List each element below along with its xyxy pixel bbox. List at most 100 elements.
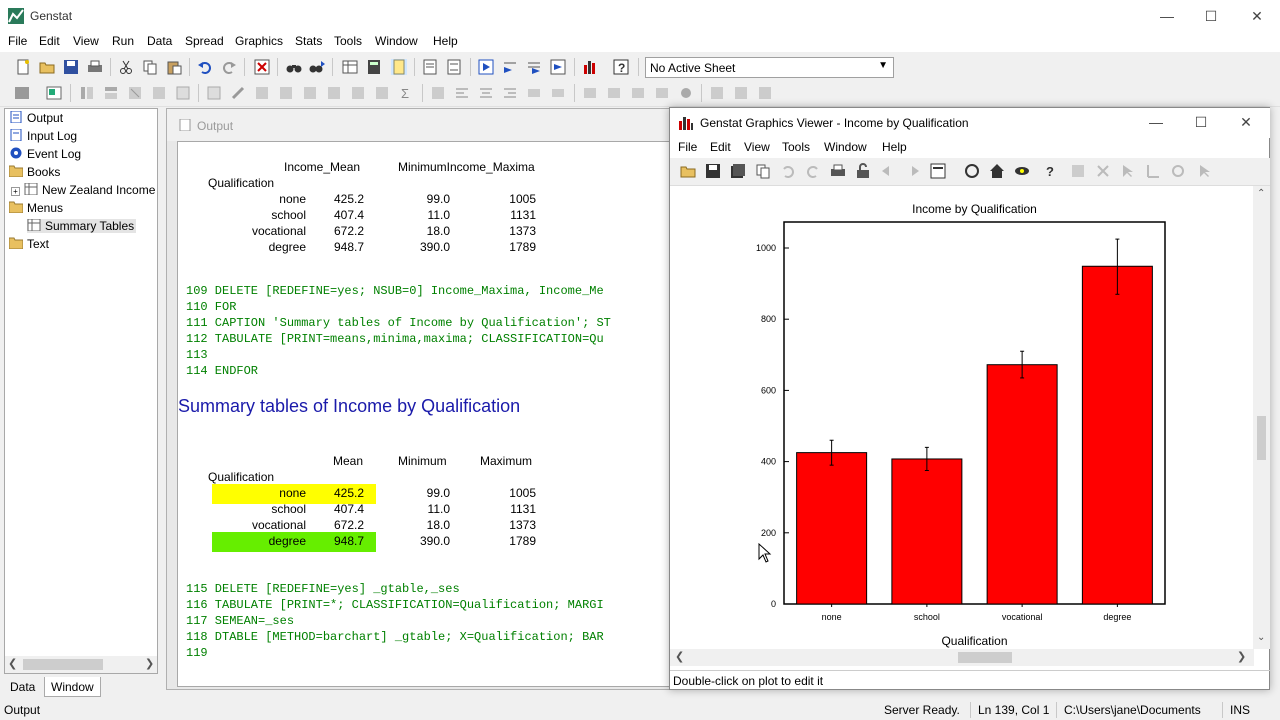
sort-ascending-icon[interactable] [374, 85, 390, 101]
active-sheet-select[interactable]: No Active Sheet ▼ [645, 57, 894, 78]
menu-run[interactable]: Run [112, 34, 134, 48]
sort-icon[interactable] [254, 85, 270, 101]
edit-points-icon[interactable] [1170, 163, 1186, 179]
bar-degree[interactable] [1081, 265, 1153, 605]
scroll-down-icon[interactable]: ⌄ [1257, 632, 1265, 643]
bar-school[interactable] [891, 458, 963, 605]
clear-icon[interactable] [254, 59, 270, 75]
export-icon[interactable] [46, 85, 62, 101]
delete-row-icon[interactable] [151, 85, 167, 101]
scroll-thumb[interactable] [958, 652, 1012, 663]
viewer-close-button[interactable]: ✕ [1223, 108, 1269, 138]
close-button[interactable]: ✕ [1234, 0, 1280, 32]
tree-item-event-log[interactable]: Event Log [9, 147, 81, 161]
scroll-left-icon[interactable]: ❮ [8, 657, 17, 670]
menu-data[interactable]: Data [147, 34, 172, 48]
view-icon[interactable] [1014, 163, 1030, 179]
menu-graphics[interactable]: Graphics [235, 34, 283, 48]
redo-icon[interactable] [805, 163, 821, 179]
tab-window[interactable]: Window [44, 677, 101, 697]
save-icon[interactable] [63, 59, 79, 75]
window-icon[interactable] [709, 85, 725, 101]
menu-stats[interactable]: Stats [295, 34, 322, 48]
viewer-menu-window[interactable]: Window [824, 140, 867, 154]
tree-item-summary-tables[interactable]: Summary Tables [27, 219, 137, 233]
settings-icon[interactable] [678, 85, 694, 101]
tree-item-output[interactable]: Output [9, 111, 63, 125]
sum-icon[interactable]: Σ [398, 85, 414, 101]
sort-rows-icon[interactable] [278, 85, 294, 101]
run-line-icon[interactable] [502, 59, 518, 75]
viewer-minimize-button[interactable]: — [1133, 108, 1179, 138]
menu-spread[interactable]: Spread [185, 34, 224, 48]
filter-icon[interactable] [326, 85, 342, 101]
minimize-button[interactable]: — [1144, 0, 1190, 32]
cut-icon[interactable] [118, 59, 134, 75]
tree-item-text[interactable]: Text [9, 237, 49, 251]
sheet-icon[interactable] [14, 85, 30, 101]
redo-icon[interactable] [221, 59, 237, 75]
viewer-menu-view[interactable]: View [744, 140, 770, 154]
find-next-icon[interactable] [309, 59, 325, 75]
align-center-icon[interactable] [478, 85, 494, 101]
print-icon[interactable] [87, 59, 103, 75]
find-icon[interactable] [286, 59, 302, 75]
menu-window[interactable]: Window [375, 34, 418, 48]
output-window-icon[interactable] [422, 59, 438, 75]
window-copy-icon[interactable] [733, 85, 749, 101]
viewer-menu-tools[interactable]: Tools [782, 140, 810, 154]
viewer-maximize-button[interactable]: ☐ [1178, 108, 1224, 138]
bar-chart-icon[interactable] [582, 59, 598, 75]
scroll-right-icon[interactable]: ❯ [1237, 650, 1246, 663]
scroll-left-icon[interactable]: ❮ [675, 650, 684, 663]
decrease-decimals-icon[interactable] [550, 85, 566, 101]
input-window-icon[interactable] [446, 59, 462, 75]
windows-icon[interactable] [930, 163, 946, 179]
expand-icon[interactable]: + [11, 187, 20, 196]
scroll-thumb[interactable] [23, 659, 103, 670]
output-text-area[interactable]: Income_Mean MinimumIncome_Maxima Qualifi… [177, 141, 677, 687]
menu-view[interactable]: View [73, 34, 99, 48]
scroll-thumb[interactable] [1257, 416, 1266, 460]
maximize-button[interactable]: ☐ [1188, 0, 1234, 32]
undo-icon[interactable] [780, 163, 796, 179]
scroll-up-icon[interactable]: ⌃ [1257, 188, 1265, 199]
new-file-icon[interactable] [15, 59, 31, 75]
context-help-icon[interactable]: ? [1044, 163, 1060, 179]
open-folder-icon[interactable] [39, 59, 55, 75]
save-all-icon[interactable] [730, 163, 746, 179]
run-icon[interactable] [478, 59, 494, 75]
print-icon[interactable] [830, 163, 846, 179]
notepad-icon[interactable] [391, 59, 407, 75]
new-spreadsheet-icon[interactable] [342, 59, 358, 75]
scroll-right-icon[interactable]: ❯ [145, 657, 154, 670]
tab-data[interactable]: Data [4, 677, 41, 697]
tree-item-menus[interactable]: Menus [9, 201, 63, 215]
rotate-icon[interactable] [964, 163, 980, 179]
column-icon[interactable] [175, 85, 191, 101]
menu-file[interactable]: File [8, 34, 27, 48]
grid-rows-icon[interactable] [606, 85, 622, 101]
bar-chart[interactable]: Income by Qualification 0 200 400 600 800 100… [670, 186, 1255, 649]
stack-icon[interactable] [350, 85, 366, 101]
save-icon[interactable] [705, 163, 721, 179]
align-left-icon[interactable] [454, 85, 470, 101]
run-all-icon[interactable] [550, 59, 566, 75]
open-folder-icon[interactable] [680, 163, 696, 179]
viewer-menu-file[interactable]: File [678, 140, 697, 154]
calculator-icon[interactable] [366, 59, 382, 75]
plot-area[interactable]: Income by Qualification 0 200 400 600 800 100… [670, 186, 1255, 649]
insert-row-icon[interactable] [103, 85, 119, 101]
bar-none[interactable] [796, 452, 868, 605]
delete-column-icon[interactable] [127, 85, 143, 101]
viewer-menu-edit[interactable]: Edit [710, 140, 731, 154]
grid-columns-icon[interactable] [630, 85, 646, 101]
menu-edit[interactable]: Edit [39, 34, 60, 48]
copy-icon[interactable] [755, 163, 771, 179]
grid-cells-icon[interactable] [654, 85, 670, 101]
increase-decimals-icon[interactable] [526, 85, 542, 101]
tree-item-books[interactable]: Books [9, 165, 60, 179]
insert-column-icon[interactable] [79, 85, 95, 101]
grid-icon[interactable] [582, 85, 598, 101]
previous-icon[interactable] [880, 163, 896, 179]
